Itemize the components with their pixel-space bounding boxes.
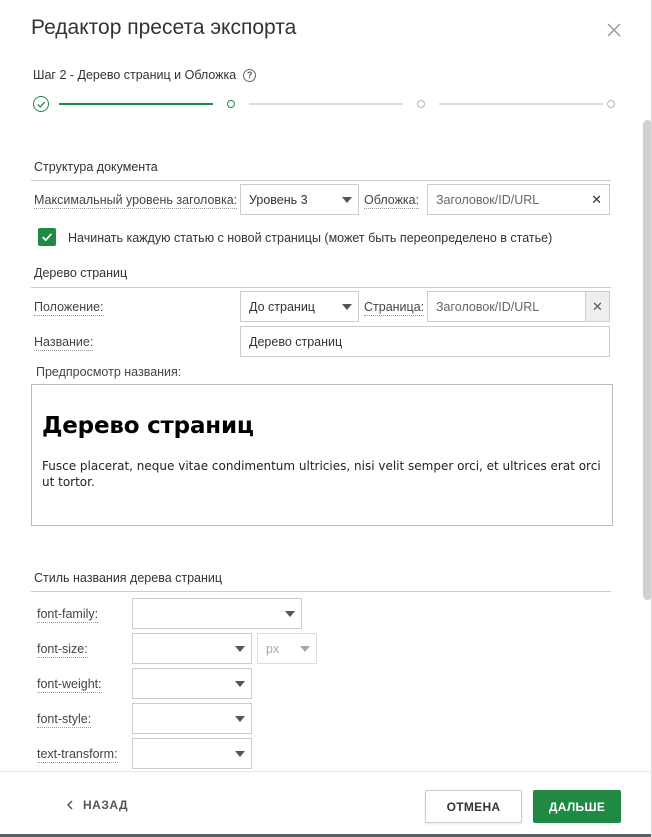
position-select[interactable]: До страниц <box>240 291 359 322</box>
clear-icon[interactable]: ✕ <box>585 292 609 321</box>
divider <box>31 180 611 181</box>
cancel-button[interactable]: ОТМЕНА <box>425 790 522 823</box>
font-style-select[interactable] <box>132 703 252 734</box>
font-size-unit-select[interactable]: px <box>257 633 317 664</box>
max-heading-value: Уровень 3 <box>249 192 308 207</box>
new-page-checkbox[interactable] <box>38 228 56 246</box>
dialog-footer: НАЗАД ОТМЕНА ДАЛЬШЕ <box>0 771 651 837</box>
font-family-label: font-family: <box>37 607 99 623</box>
position-label: Положение: <box>34 300 104 316</box>
font-size-unit: px <box>266 641 280 656</box>
clear-icon[interactable]: ✕ <box>591 193 602 207</box>
next-button[interactable]: ДАЛЬШЕ <box>533 790 621 823</box>
preview-heading: Дерево страниц <box>42 413 254 439</box>
max-heading-select[interactable]: Уровень 3 <box>240 184 359 215</box>
step-1-check-icon[interactable] <box>33 96 49 112</box>
divider <box>31 287 611 288</box>
chevron-down-icon <box>285 611 295 617</box>
text-transform-label: text-transform: <box>37 747 118 763</box>
chevron-down-icon <box>235 716 245 722</box>
font-size-label: font-size: <box>37 642 88 658</box>
scrollbar[interactable] <box>643 120 651 600</box>
style-section-title: Стиль названия дерева страниц <box>34 571 223 585</box>
step-title: Шаг 2 - Дерево страниц и Обложка ? <box>33 68 257 82</box>
cover-label: Обложка: <box>364 193 420 209</box>
chevron-down-icon <box>235 751 245 757</box>
stepper-line <box>249 103 403 105</box>
cover-placeholder: Заголовок/ID/URL <box>436 192 540 207</box>
name-label: Название: <box>34 335 94 351</box>
page-tree-section-title: Дерево страниц <box>34 266 128 280</box>
back-label: НАЗАД <box>83 798 129 812</box>
chevron-down-icon <box>235 646 245 652</box>
font-weight-label: font-weight: <box>37 677 102 693</box>
page-input[interactable]: Заголовок/ID/URL ✕ <box>427 291 610 322</box>
chevron-down-icon <box>235 681 245 687</box>
stepper <box>31 95 621 115</box>
export-preset-dialog: Редактор пресета экспорта Шаг 2 - Дерево… <box>0 0 652 837</box>
dialog-title: Редактор пресета экспорта <box>31 16 297 39</box>
text-transform-select[interactable] <box>132 738 252 769</box>
step-title-text: Шаг 2 - Дерево страниц и Обложка <box>33 68 237 82</box>
new-page-checkbox-label: Начинать каждую статью с новой страницы … <box>68 231 553 245</box>
position-value: До страниц <box>249 299 315 314</box>
help-icon[interactable]: ? <box>243 68 257 82</box>
chevron-left-icon <box>66 800 73 810</box>
cover-input[interactable]: Заголовок/ID/URL ✕ <box>427 184 610 215</box>
step-2-dot[interactable] <box>227 100 235 108</box>
font-style-label: font-style: <box>37 712 92 728</box>
close-icon[interactable] <box>604 20 624 40</box>
stepper-line <box>439 103 603 105</box>
chevron-down-icon <box>342 304 352 310</box>
stepper-line-done <box>59 103 213 105</box>
step-3-dot[interactable] <box>417 100 425 108</box>
structure-section-title: Структура документа <box>34 160 158 174</box>
chevron-down-icon <box>300 646 310 652</box>
chevron-down-icon <box>342 197 352 203</box>
divider <box>31 591 611 592</box>
name-input[interactable]: Дерево страниц <box>240 326 610 357</box>
max-heading-label: Максимальный уровень заголовка: <box>34 193 238 209</box>
preview-text: Fusce placerat, neque vitae condimentum … <box>42 459 601 489</box>
title-preview: Дерево страниц Fusce placerat, neque vit… <box>31 384 613 526</box>
step-4-dot[interactable] <box>607 100 615 108</box>
preview-label: Предпросмотр названия: <box>36 365 182 379</box>
font-weight-select[interactable] <box>132 668 252 699</box>
name-value: Дерево страниц <box>249 334 343 349</box>
back-button[interactable]: НАЗАД <box>66 798 128 812</box>
font-family-select[interactable] <box>132 598 302 629</box>
page-label: Страница: <box>364 300 425 316</box>
font-size-select[interactable] <box>132 633 252 664</box>
page-placeholder: Заголовок/ID/URL <box>436 299 540 314</box>
